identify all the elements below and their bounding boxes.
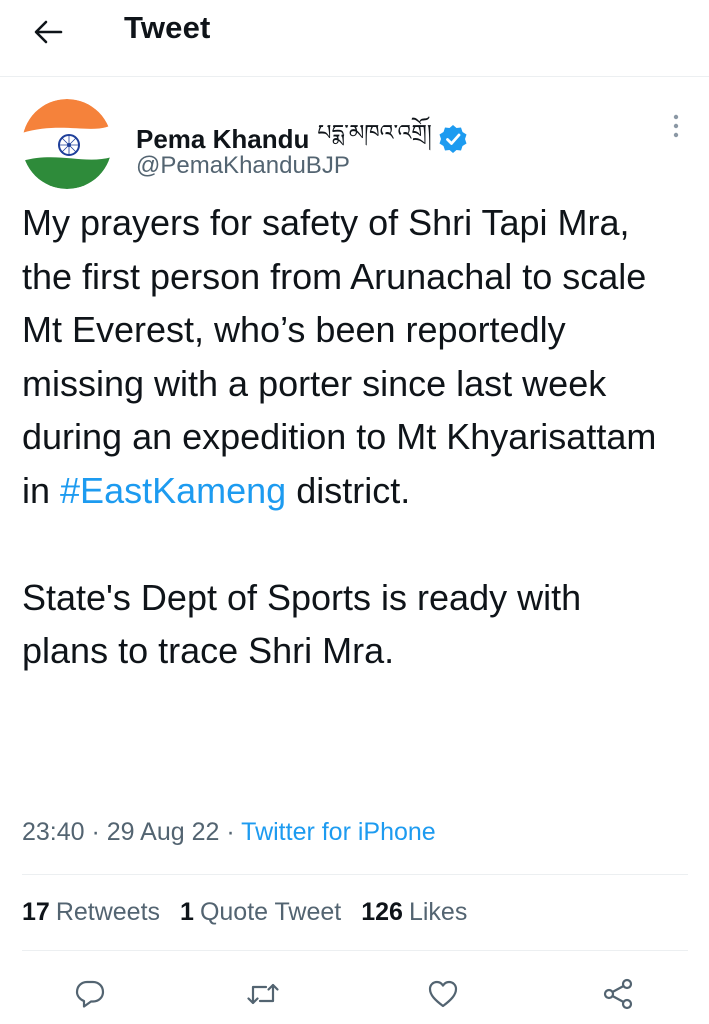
author-name-text: Pema Khandu xyxy=(136,123,310,154)
india-flag-avatar-icon xyxy=(22,99,112,189)
author-handle[interactable]: @PemaKhanduBJP xyxy=(136,152,350,180)
avatar[interactable] xyxy=(22,99,112,189)
tweet-time[interactable]: 23:40 xyxy=(22,818,85,846)
divider xyxy=(22,950,688,951)
meta-separator: · xyxy=(84,818,107,846)
retweet-button[interactable] xyxy=(243,974,283,1014)
tweet-date[interactable]: 29 Aug 22 xyxy=(107,818,220,846)
like-icon xyxy=(428,980,458,1008)
divider xyxy=(22,874,688,875)
more-options-button[interactable] xyxy=(664,108,688,144)
likes-count: 126 xyxy=(361,898,403,926)
meta-separator-2: · xyxy=(219,818,242,846)
retweets-count: 17 xyxy=(22,898,50,926)
quotes-count: 1 xyxy=(180,898,194,926)
tweet-stats: 17 Retweets 1 Quote Tweet 126 Likes xyxy=(22,898,487,927)
hashtag-link[interactable]: #EastKameng xyxy=(60,470,286,511)
back-button[interactable] xyxy=(28,12,68,52)
tweet-text-part2: district. xyxy=(286,469,411,511)
reply-icon xyxy=(75,980,105,1008)
likes-stat[interactable]: 126 Likes xyxy=(361,898,467,927)
like-button[interactable] xyxy=(423,974,463,1014)
quotes-label: Quote Tweet xyxy=(199,898,342,926)
page-title: Tweet xyxy=(124,10,211,45)
top-bar: Tweet xyxy=(0,0,709,77)
tweet-meta: 23:40 · 29 Aug 22 · Twitter for iPhone xyxy=(22,818,436,847)
tweet-paragraph-2: State's Dept of Sports is ready with pla… xyxy=(22,576,582,672)
likes-label: Likes xyxy=(408,898,468,926)
more-vertical-icon xyxy=(673,114,679,138)
tweet-paragraph-1: My prayers for safety of Shri Tapi Mra, … xyxy=(22,196,662,517)
action-bar xyxy=(0,968,709,1018)
tweet-source-link[interactable]: Twitter for iPhone xyxy=(241,818,436,846)
quote-tweets-stat[interactable]: 1 Quote Tweet xyxy=(180,898,341,927)
retweets-label: Retweets xyxy=(55,898,161,926)
retweet-icon xyxy=(247,983,279,1005)
tweet-body: My prayers for safety of Shri Tapi Mra, … xyxy=(22,196,662,678)
verified-badge-icon xyxy=(439,125,467,153)
reply-button[interactable] xyxy=(70,974,110,1014)
share-button[interactable] xyxy=(598,974,638,1014)
retweets-stat[interactable]: 17 Retweets xyxy=(22,898,160,927)
share-icon xyxy=(603,978,633,1010)
tweet-text-part1: My prayers for safety of Shri Tapi Mra, … xyxy=(22,202,657,511)
tweet-page: Tweet Pema Khandu པདྨ་མཁའ་འགྲོ། @PemaKha… xyxy=(0,0,709,1024)
arrow-left-icon xyxy=(34,20,63,44)
